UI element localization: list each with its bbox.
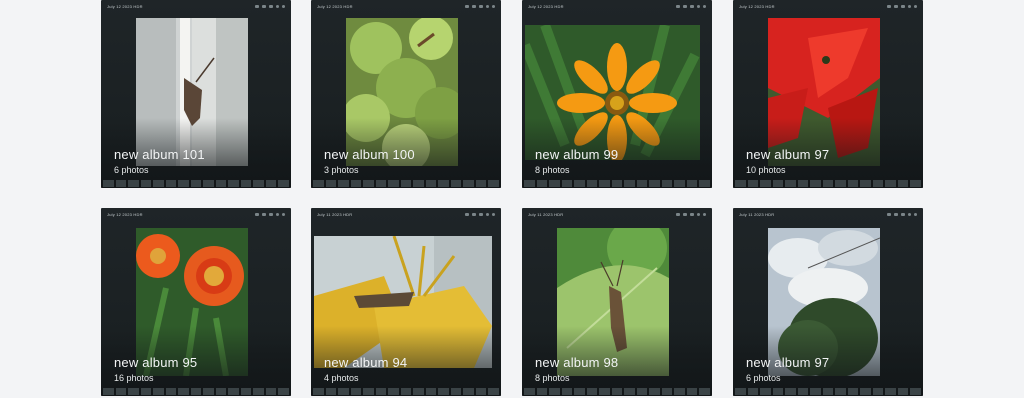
thumbnail-strip (101, 386, 291, 396)
album-date: July 11 2023 HDR (317, 211, 353, 217)
album-date: July 11 2023 HDR (739, 211, 775, 217)
album-card[interactable]: July 12 2023 HDR new album 95 16 photos (101, 208, 291, 396)
album-grid: July 12 2023 HDR new album 101 6 photos … (0, 0, 1024, 398)
album-date: July 12 2023 HDR (107, 211, 143, 217)
album-card[interactable]: July 12 2023 HDR new album 97 10 photos (733, 0, 923, 188)
album-date: July 12 2023 HDR (528, 3, 564, 9)
album-title: new album 98 (535, 355, 619, 370)
album-title: new album 100 (324, 147, 415, 162)
album-title: new album 101 (114, 147, 205, 162)
photo-count: 4 photos (324, 373, 359, 383)
card-toolbar: July 12 2023 HDR (733, 0, 923, 12)
photo-count: 8 photos (535, 165, 570, 175)
photo-count: 3 photos (324, 165, 359, 175)
album-date: July 12 2023 HDR (739, 3, 775, 9)
card-toolbar: July 12 2023 HDR (311, 0, 501, 12)
album-card[interactable]: July 12 2023 HDR new album 100 3 photos (311, 0, 501, 188)
thumbnail-strip (522, 386, 712, 396)
thumbnail-strip (311, 178, 501, 188)
card-toolbar: July 11 2023 HDR (311, 208, 501, 220)
mini-toolbar-icons (676, 212, 706, 216)
mini-toolbar-icons (255, 4, 285, 8)
card-toolbar: July 12 2023 HDR (522, 0, 712, 12)
album-title: new album 99 (535, 147, 619, 162)
album-card[interactable]: July 11 2023 HDR new album 98 8 photos (522, 208, 712, 396)
album-date: July 12 2023 HDR (107, 3, 143, 9)
album-card[interactable]: July 11 2023 HDR new album 97 6 photos (733, 208, 923, 396)
mini-toolbar-icons (887, 212, 917, 216)
card-toolbar: July 11 2023 HDR (522, 208, 712, 220)
album-title: new album 95 (114, 355, 198, 370)
photo-count: 6 photos (114, 165, 149, 175)
album-date: July 11 2023 HDR (528, 211, 564, 217)
mini-toolbar-icons (465, 4, 495, 8)
thumbnail-strip (101, 178, 291, 188)
album-card[interactable]: July 12 2023 HDR new album 99 8 photos (522, 0, 712, 188)
mini-toolbar-icons (465, 212, 495, 216)
album-card[interactable]: July 11 2023 HDR new album 94 4 photos (311, 208, 501, 396)
thumbnail-strip (522, 178, 712, 188)
album-title: new album 97 (746, 355, 830, 370)
album-date: July 12 2023 HDR (317, 3, 353, 9)
album-card[interactable]: July 12 2023 HDR new album 101 6 photos (101, 0, 291, 188)
mini-toolbar-icons (676, 4, 706, 8)
mini-toolbar-icons (255, 212, 285, 216)
album-title: new album 94 (324, 355, 408, 370)
photo-count: 16 photos (114, 373, 154, 383)
photo-count: 10 photos (746, 165, 786, 175)
thumbnail-strip (311, 386, 501, 396)
thumbnail-strip (733, 386, 923, 396)
card-toolbar: July 12 2023 HDR (101, 0, 291, 12)
card-toolbar: July 12 2023 HDR (101, 208, 291, 220)
mini-toolbar-icons (887, 4, 917, 8)
thumbnail-strip (733, 178, 923, 188)
album-title: new album 97 (746, 147, 830, 162)
card-toolbar: July 11 2023 HDR (733, 208, 923, 220)
photo-count: 8 photos (535, 373, 570, 383)
photo-count: 6 photos (746, 373, 781, 383)
